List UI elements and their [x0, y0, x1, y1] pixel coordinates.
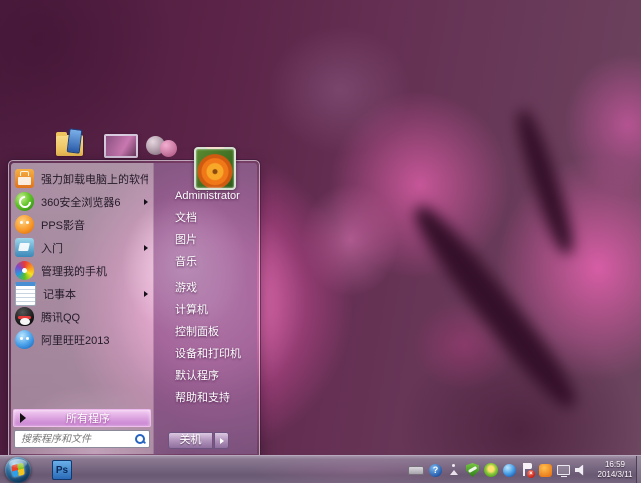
right-item-default-programs[interactable]: 默认程序 [154, 365, 257, 387]
notepad-icon [15, 282, 36, 306]
menu-item-getting-started[interactable]: 入门 [11, 236, 153, 259]
action-center-flag-icon[interactable]: × [521, 463, 534, 477]
show-desktop-button[interactable] [636, 456, 641, 483]
menu-item-wangwang[interactable]: 阿里旺旺2013 [11, 328, 153, 351]
submenu-arrow-icon [144, 291, 148, 297]
desktop-icon-folder[interactable] [56, 135, 83, 156]
program-list: 强力卸载电脑上的软件 360安全浏览器6 PPS影音 入门 [11, 167, 153, 351]
start-menu: 强力卸载电脑上的软件 360安全浏览器6 PPS影音 入门 [8, 160, 260, 457]
qq-icon [15, 307, 34, 326]
search-box [14, 430, 150, 448]
menu-item-phone-manager[interactable]: 管理我的手机 [11, 259, 153, 282]
start-menu-right-panel: Administrator 文档 图片 音乐 游戏 计算机 控制面板 设备和打印… [154, 163, 257, 454]
taskbar: Ps ? × 16:59 2014/3/11 [0, 455, 641, 483]
menu-item-360-browser[interactable]: 360安全浏览器6 [11, 190, 153, 213]
search-icon[interactable] [134, 433, 146, 445]
error-badge-icon: × [527, 470, 535, 478]
menu-item-pps[interactable]: PPS影音 [11, 213, 153, 236]
phone-manager-icon [15, 261, 34, 280]
menu-item-notepad[interactable]: 记事本 [11, 282, 153, 305]
right-item-help-support[interactable]: 帮助和支持 [154, 387, 257, 409]
right-item-games[interactable]: 游戏 [154, 277, 257, 299]
shutdown-options-arrow-button[interactable] [214, 432, 229, 449]
shutdown-controls: 关机 [168, 432, 229, 449]
uninstaller-icon [15, 169, 34, 188]
getting-started-icon [15, 238, 34, 257]
user-avatar[interactable] [194, 147, 236, 190]
desktop-icon-spheres[interactable] [146, 134, 182, 160]
search-input[interactable] [19, 433, 134, 446]
clock-date: 2014/3/11 [594, 470, 636, 480]
start-button[interactable] [5, 457, 31, 483]
wangwang-tray-icon[interactable] [539, 464, 552, 477]
sphere-icon [160, 140, 177, 157]
right-item-list: Administrator 文档 图片 音乐 游戏 计算机 控制面板 设备和打印… [154, 185, 257, 409]
start-menu-left-panel: 强力卸载电脑上的软件 360安全浏览器6 PPS影音 入门 [11, 163, 154, 454]
volume-icon[interactable] [575, 465, 587, 476]
windows-flag-icon [11, 463, 24, 478]
show-hidden-icons-button[interactable] [447, 464, 461, 477]
right-item-documents[interactable]: 文档 [154, 207, 257, 229]
clock-time: 16:59 [594, 460, 636, 470]
system-tray: ? × 16:59 2014/3/11 [403, 456, 636, 483]
document-icon [67, 128, 83, 153]
security-circle-icon[interactable] [484, 463, 498, 477]
browser-360-icon [15, 192, 34, 211]
wangwang-icon [15, 330, 34, 349]
taskbar-clock[interactable]: 16:59 2014/3/11 [594, 460, 636, 480]
menu-item-uninstaller[interactable]: 强力卸载电脑上的软件 [11, 167, 153, 190]
wallpaper-branch [510, 107, 579, 257]
right-item-devices-printers[interactable]: 设备和打印机 [154, 343, 257, 365]
pps-icon [15, 215, 34, 234]
taskbar-photoshop-button[interactable]: Ps [52, 460, 72, 480]
submenu-arrow-icon [144, 199, 148, 205]
desktop-icon-picture[interactable] [104, 134, 138, 158]
right-item-control-panel[interactable]: 控制面板 [154, 321, 257, 343]
photoshop-icon: Ps [56, 465, 68, 476]
antivirus-shield-icon[interactable] [466, 463, 479, 477]
help-icon[interactable]: ? [429, 464, 442, 477]
shutdown-button[interactable]: 关机 [168, 432, 213, 449]
browser-sphere-icon[interactable] [503, 464, 516, 477]
network-icon[interactable] [557, 465, 570, 475]
desktop: 强力卸载电脑上的软件 360安全浏览器6 PPS影音 入门 [0, 0, 641, 483]
hidden-icon-dot [452, 464, 455, 467]
right-item-pictures[interactable]: 图片 [154, 229, 257, 251]
submenu-arrow-icon [144, 245, 148, 251]
all-programs-button[interactable]: 所有程序 [13, 409, 151, 427]
right-item-computer[interactable]: 计算机 [154, 299, 257, 321]
menu-item-qq[interactable]: 腾讯QQ [11, 305, 153, 328]
input-indicator-icon[interactable] [408, 466, 424, 475]
right-item-music[interactable]: 音乐 [154, 251, 257, 273]
chevron-up-icon [450, 470, 458, 475]
